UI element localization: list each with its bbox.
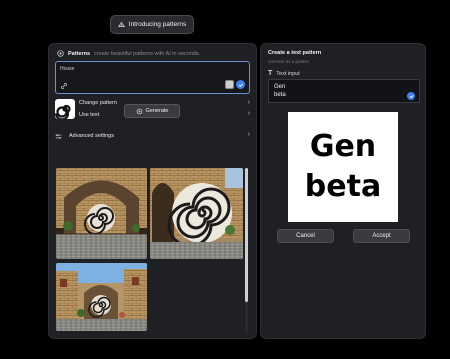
generate-button[interactable]: Generate: [124, 104, 180, 118]
check-icon: [238, 82, 243, 87]
advanced-settings-row[interactable]: Advanced settings ›: [55, 131, 250, 141]
chevron-right-icon: ›: [247, 131, 250, 138]
pattern-thumbnail-icon[interactable]: [225, 80, 234, 89]
introducing-patterns-button[interactable]: Introducing patterns: [110, 15, 194, 34]
link-icon[interactable]: [60, 82, 68, 90]
preview-line-1: Gen: [309, 129, 377, 164]
text-pattern-subtitle: Use text as a pattern: [268, 59, 310, 64]
cancel-button[interactable]: Cancel: [277, 229, 334, 243]
prompt-value: House: [60, 66, 75, 72]
sliders-icon: [55, 133, 62, 139]
prompt-input[interactable]: House: [55, 61, 250, 94]
generated-image-1[interactable]: [56, 168, 147, 259]
advanced-settings-label: Advanced settings: [69, 133, 114, 139]
patterns-header: Patterns create beautiful patterns with …: [57, 50, 200, 57]
text-pattern-panel: Create a text pattern Use text as a patt…: [260, 43, 426, 339]
submit-check-button[interactable]: [236, 80, 245, 89]
text-input-line-2: beta: [274, 92, 286, 98]
text-input-label-text: Text input: [276, 70, 300, 77]
text-input-field[interactable]: Gen beta: [268, 79, 420, 103]
generated-image-3[interactable]: [56, 263, 147, 331]
pattern-icon: [117, 21, 125, 27]
preview-line-2: beta: [304, 169, 382, 204]
text-input-line-1: Gen: [274, 84, 286, 90]
chevron-right-icon: ›: [247, 110, 250, 117]
text-pattern-preview: Gen beta: [288, 112, 398, 222]
swirl-pattern-thumbnail: [55, 99, 75, 119]
text-input-label: T Text input: [268, 70, 300, 77]
change-pattern-label: Change pattern: [79, 100, 117, 106]
use-text-label[interactable]: Use text: [79, 112, 99, 118]
patterns-title: Patterns: [68, 50, 91, 57]
gallery-scrollbar-thumb[interactable]: [245, 168, 248, 302]
introducing-patterns-label: Introducing patterns: [128, 21, 187, 28]
text-pattern-title: Create a text pattern: [268, 50, 322, 56]
patterns-icon: [57, 50, 64, 57]
sparkle-icon: [136, 108, 142, 114]
accept-button[interactable]: Accept: [353, 229, 410, 243]
confirm-check-icon[interactable]: [407, 92, 415, 100]
generate-label: Generate: [145, 108, 169, 114]
generated-image-2[interactable]: [150, 168, 243, 259]
chevron-right-icon: ›: [247, 99, 250, 106]
patterns-subtitle: create beautiful patterns with AI in sec…: [94, 50, 201, 57]
text-type-icon: T: [268, 70, 273, 77]
